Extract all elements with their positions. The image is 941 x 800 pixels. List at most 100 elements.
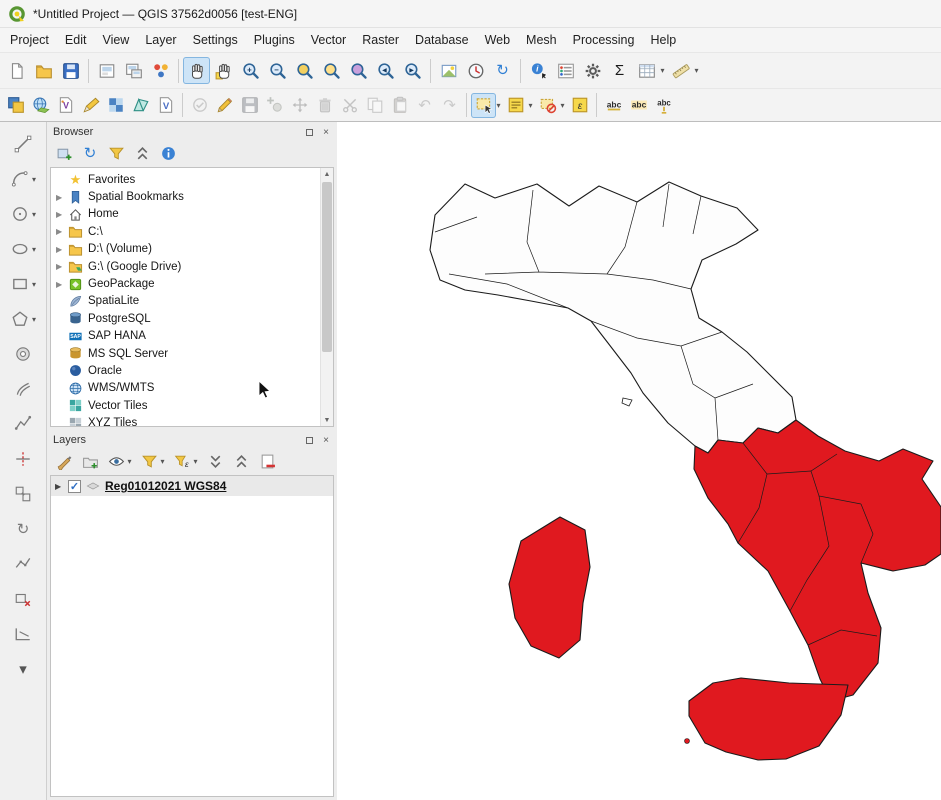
filter-legend-button[interactable] <box>138 451 160 473</box>
save-project-button[interactable] <box>57 57 84 84</box>
select-by-expression-button[interactable]: ε <box>567 93 592 118</box>
zoom-last-button[interactable]: ◂ <box>372 57 399 84</box>
new-project-button[interactable] <box>3 57 30 84</box>
browser-item-favorites[interactable]: ★Favorites <box>51 171 333 188</box>
expand-arrow-icon[interactable]: ▶ <box>55 482 67 491</box>
deselect-all-button[interactable] <box>535 93 560 118</box>
expand-arrow-icon[interactable]: ▶ <box>56 262 67 271</box>
browser-item-home[interactable]: ▶Home <box>51 206 333 223</box>
undo-button[interactable]: ↶ <box>412 93 437 118</box>
rectangle-tool-button[interactable] <box>8 272 32 296</box>
refresh-map-button[interactable]: ↻ <box>489 57 516 84</box>
select-features-button[interactable] <box>471 93 496 118</box>
layer-visibility-checkbox[interactable]: ✓ <box>68 480 81 493</box>
new-geopackage-layer-button[interactable] <box>28 93 53 118</box>
browser-item-spatial-bookmarks[interactable]: ▶Spatial Bookmarks <box>51 188 333 205</box>
trim-extend-button[interactable] <box>11 622 35 646</box>
regular-polygon-button-dropdown[interactable]: ▾ <box>30 315 39 324</box>
attribute-table-button[interactable] <box>633 57 660 84</box>
layer-labeling-button[interactable]: abc <box>601 93 626 118</box>
merge-features-button[interactable] <box>11 482 35 506</box>
menu-vector[interactable]: Vector <box>303 28 354 52</box>
circle-tool-button[interactable] <box>8 202 32 226</box>
collapse-all-button[interactable] <box>131 143 153 165</box>
menu-web[interactable]: Web <box>477 28 518 52</box>
browser-item-postgresql[interactable]: PostgreSQL <box>51 310 333 327</box>
circular-string-button-dropdown[interactable]: ▾ <box>30 175 39 184</box>
browser-item-spatialite[interactable]: SpatiaLite <box>51 293 333 310</box>
new-print-layout-button[interactable] <box>93 57 120 84</box>
open-layer-styling-button[interactable] <box>53 451 75 473</box>
statistical-summary-button[interactable] <box>552 57 579 84</box>
toggle-editing-button[interactable] <box>212 93 237 118</box>
new-map-view-button[interactable] <box>435 57 462 84</box>
deselect-all-button-dropdown[interactable]: ▾ <box>558 101 567 110</box>
browser-item-oracle[interactable]: Oracle <box>51 362 333 379</box>
vertex-tool-button[interactable] <box>11 132 35 156</box>
menu-mesh[interactable]: Mesh <box>518 28 565 52</box>
browser-item-g-google-drive[interactable]: ▶G:\ (Google Drive) <box>51 258 333 275</box>
cut-features-button[interactable] <box>337 93 362 118</box>
menu-processing[interactable]: Processing <box>565 28 643 52</box>
refresh-browser-button[interactable]: ↻ <box>79 143 101 165</box>
browser-item-geopackage[interactable]: ▶GeoPackage <box>51 275 333 292</box>
browser-item-sap-hana[interactable]: SAPSAP HANA <box>51 328 333 345</box>
add-mesh-layer-button[interactable] <box>128 93 153 118</box>
select-by-value-button-dropdown[interactable]: ▾ <box>526 101 535 110</box>
layers-panel-close-button[interactable]: × <box>319 434 333 447</box>
copy-features-button[interactable] <box>362 93 387 118</box>
add-feature-button[interactable] <box>262 93 287 118</box>
delete-selected-button[interactable] <box>312 93 337 118</box>
expand-arrow-icon[interactable]: ▶ <box>56 245 67 254</box>
sum-features-button[interactable]: Σ <box>606 57 633 84</box>
ellipse-tool-button-dropdown[interactable]: ▾ <box>30 245 39 254</box>
zoom-to-layer-button[interactable] <box>345 57 372 84</box>
reshape-features-button[interactable] <box>11 412 35 436</box>
data-source-manager-button[interactable] <box>3 93 28 118</box>
attribute-table-button-dropdown[interactable]: ▾ <box>658 66 667 75</box>
rectangle-tool-button-dropdown[interactable]: ▾ <box>30 280 39 289</box>
temporal-controller-button[interactable] <box>462 57 489 84</box>
filter-by-expression-button[interactable]: ε <box>171 451 193 473</box>
menu-settings[interactable]: Settings <box>185 28 246 52</box>
collapse-all-layers-button[interactable] <box>230 451 252 473</box>
manage-map-themes-button-dropdown[interactable]: ▾ <box>125 457 134 466</box>
select-by-value-button[interactable] <box>503 93 528 118</box>
fill-ring-button[interactable] <box>11 342 35 366</box>
menu-layer[interactable]: Layer <box>137 28 184 52</box>
browser-scrollbar[interactable]: ▲ ▼ <box>320 168 333 426</box>
menu-edit[interactable]: Edit <box>57 28 95 52</box>
enable-properties-widget-button[interactable] <box>157 143 179 165</box>
add-raster-layer-button[interactable] <box>103 93 128 118</box>
zoom-out-button[interactable]: − <box>264 57 291 84</box>
current-edits-button[interactable] <box>187 93 212 118</box>
menu-view[interactable]: View <box>94 28 137 52</box>
expand-arrow-icon[interactable]: ▶ <box>56 210 67 219</box>
add-virtual-layer-button[interactable]: V <box>153 93 178 118</box>
filter-legend-button-dropdown[interactable]: ▾ <box>158 457 167 466</box>
circle-tool-button-dropdown[interactable]: ▾ <box>30 210 39 219</box>
filter-browser-button[interactable] <box>105 143 127 165</box>
ellipse-tool-button[interactable] <box>8 237 32 261</box>
filter-by-expression-button-dropdown[interactable]: ▾ <box>191 457 200 466</box>
identify-features-button[interactable]: i <box>525 57 552 84</box>
zoom-next-button[interactable]: ▸ <box>399 57 426 84</box>
paste-features-button[interactable] <box>387 93 412 118</box>
show-layout-manager-button[interactable] <box>120 57 147 84</box>
browser-item-ms-sql-server[interactable]: MS SQL Server <box>51 345 333 362</box>
remove-layer-button[interactable] <box>256 451 278 473</box>
browser-item-c[interactable]: ▶C:\ <box>51 223 333 240</box>
menu-help[interactable]: Help <box>642 28 684 52</box>
browser-item-d-volume[interactable]: ▶D:\ (Volume) <box>51 241 333 258</box>
map-canvas[interactable] <box>337 122 941 800</box>
browser-panel-float-button[interactable] <box>302 126 316 139</box>
add-vector-layer-button[interactable]: V <box>53 93 78 118</box>
expand-arrow-icon[interactable]: ▶ <box>56 227 67 236</box>
move-feature-button[interactable] <box>287 93 312 118</box>
menu-plugins[interactable]: Plugins <box>246 28 303 52</box>
toolbar-overflow-button[interactable]: ▾ <box>11 657 35 681</box>
rotate-feature-button[interactable]: ↻ <box>11 517 35 541</box>
browser-item-xyz-tiles[interactable]: XYZ Tiles <box>51 414 333 427</box>
simplify-feature-button[interactable] <box>11 552 35 576</box>
select-features-button-dropdown[interactable]: ▾ <box>494 101 503 110</box>
